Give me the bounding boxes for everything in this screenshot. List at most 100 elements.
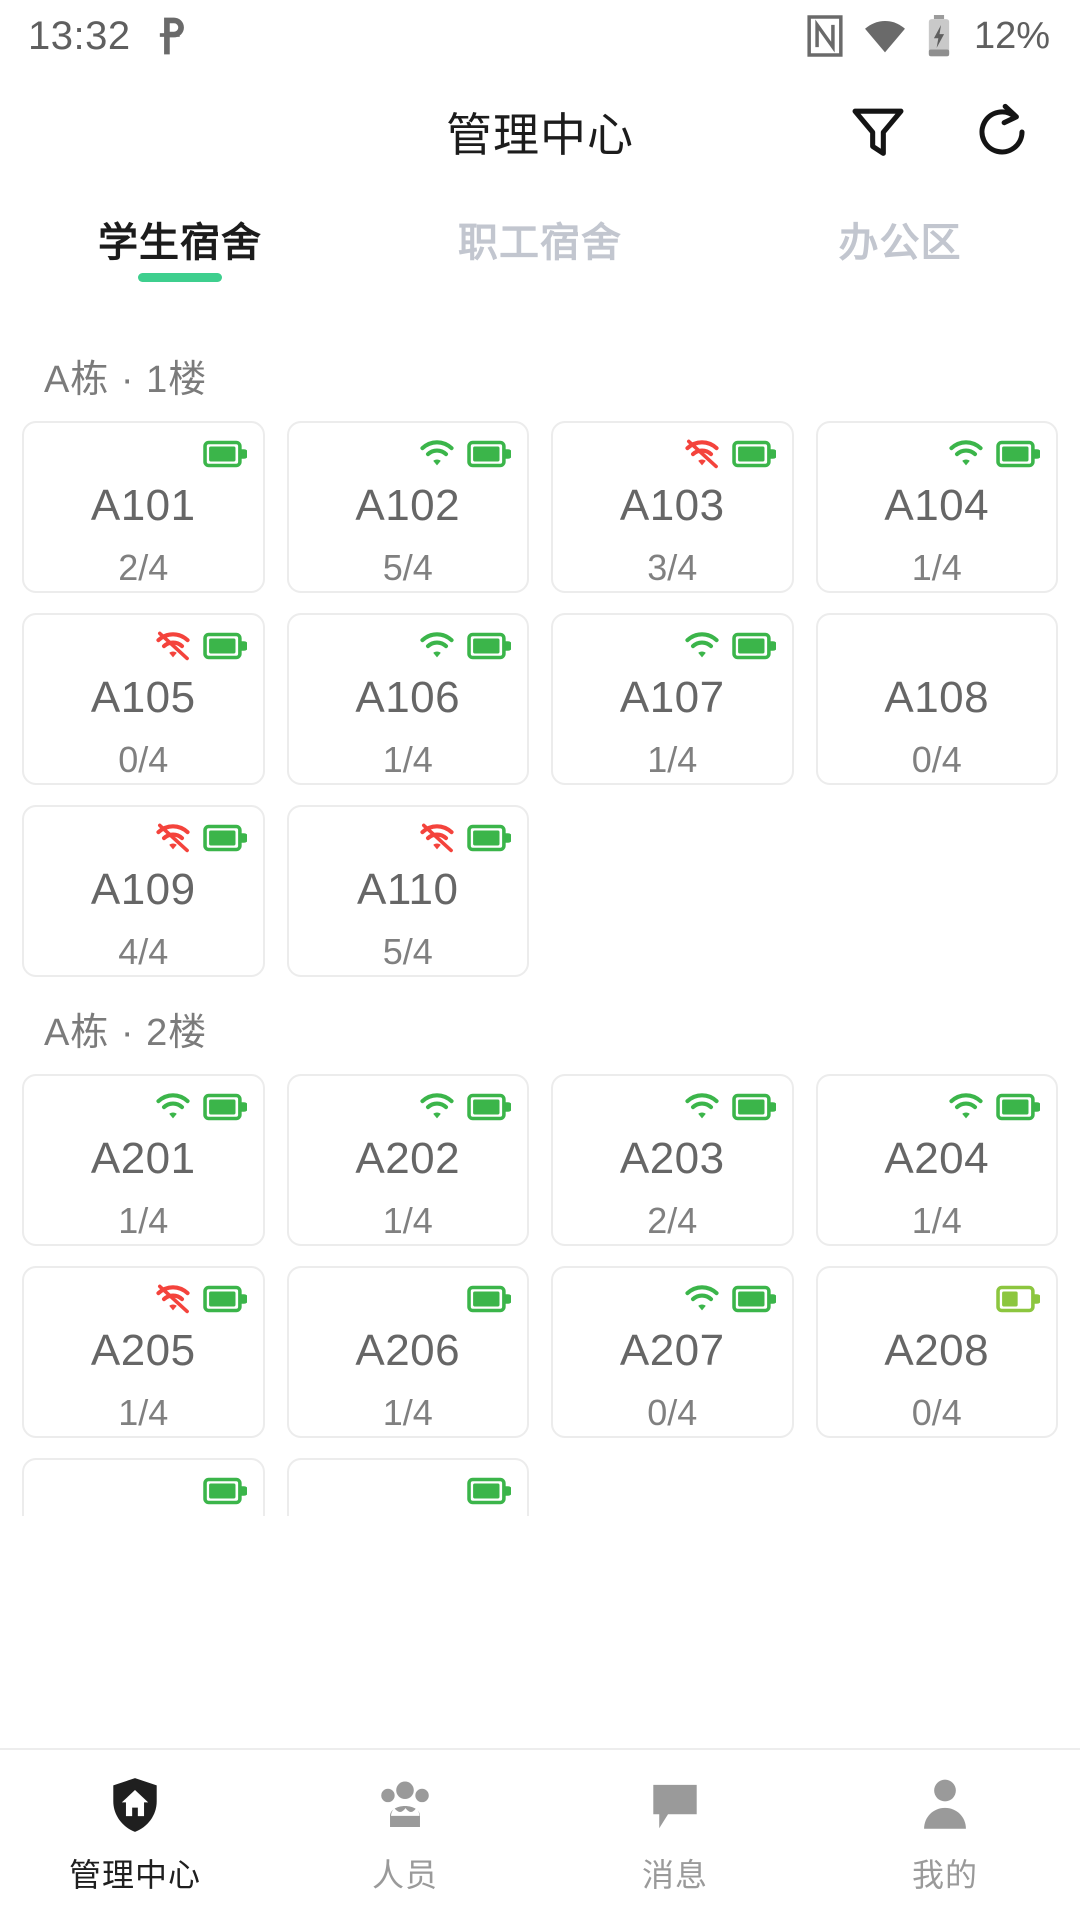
room-card[interactable]: A110 5/4 bbox=[286, 805, 529, 977]
tab-office-area[interactable]: 办公区 bbox=[720, 210, 1080, 268]
room-card[interactable]: A201 1/4 bbox=[22, 1074, 265, 1246]
battery-icon bbox=[731, 632, 776, 660]
room-occupancy-label: 0/4 bbox=[118, 739, 169, 780]
refresh-icon[interactable] bbox=[970, 100, 1034, 164]
room-card[interactable]: A203 2/4 bbox=[551, 1074, 794, 1246]
room-status-icons bbox=[996, 1282, 1040, 1316]
room-occupancy-label: 2/4 bbox=[647, 1200, 698, 1241]
room-name-label: A108 bbox=[884, 673, 990, 722]
room-card[interactable]: A106 1/4 bbox=[286, 613, 529, 785]
room-card[interactable]: A202 1/4 bbox=[286, 1074, 529, 1246]
battery-icon bbox=[467, 1285, 511, 1313]
room-card[interactable]: A107 1/4 bbox=[551, 613, 794, 785]
room-status-icons bbox=[684, 1090, 776, 1124]
room-card[interactable]: A206 1/4 bbox=[286, 1266, 529, 1438]
room-status-icons bbox=[155, 629, 247, 663]
room-card[interactable]: A205 1/4 bbox=[22, 1266, 265, 1438]
room-card[interactable]: A101 2/4 bbox=[22, 421, 265, 593]
battery-icon bbox=[996, 1285, 1040, 1313]
wifi-on-icon bbox=[948, 1092, 984, 1122]
p-icon bbox=[157, 14, 191, 58]
battery-icon bbox=[996, 1093, 1040, 1121]
room-status-icons bbox=[419, 437, 511, 471]
room-status-icons bbox=[948, 1090, 1040, 1124]
room-card[interactable]: A207 0/4 bbox=[551, 1266, 794, 1438]
room-card[interactable]: A103 3/4 bbox=[551, 421, 794, 593]
room-card[interactable]: A105 0/4 bbox=[22, 613, 265, 785]
battery-icon bbox=[467, 632, 511, 660]
nav-item-profile[interactable]: 我的 bbox=[810, 1774, 1080, 1896]
nav-item-people[interactable]: 人员 bbox=[270, 1774, 540, 1896]
section-header-floor-1: A栋 · 1楼 bbox=[44, 359, 208, 401]
status-bar-clock: 13:32 bbox=[28, 13, 131, 58]
room-status-icons bbox=[467, 1282, 511, 1316]
room-occupancy-label: 0/4 bbox=[647, 1392, 698, 1433]
room-name-label: A204 bbox=[884, 1134, 990, 1183]
room-list[interactable]: A栋 · 1楼 A101 2/4 A102 5/4 A103 3/4 A104 1/4 A105… bbox=[0, 324, 1080, 1516]
battery-icon bbox=[467, 440, 511, 468]
room-name-label: A109 bbox=[90, 865, 196, 914]
room-status-icons bbox=[684, 437, 776, 471]
wifi-off-icon bbox=[155, 823, 191, 853]
room-name-label: A201 bbox=[90, 1134, 196, 1183]
room-status-icons bbox=[155, 1282, 247, 1316]
room-card[interactable]: A102 5/4 bbox=[286, 421, 529, 593]
room-occupancy-label: 0/4 bbox=[911, 1392, 962, 1433]
tab-student-dorm[interactable]: 学生宿舍 bbox=[0, 210, 360, 282]
room-status-icons bbox=[684, 629, 776, 663]
room-status-icons bbox=[467, 1474, 511, 1508]
battery-percent-label: 12% bbox=[973, 14, 1050, 57]
room-name-label: A102 bbox=[355, 481, 461, 530]
wifi-icon bbox=[862, 17, 908, 55]
tab-label: 职工宿舍 bbox=[458, 221, 622, 265]
room-occupancy-label: 2/4 bbox=[118, 547, 169, 588]
bottom-navigation: 管理中心 人员 消息 我的 bbox=[0, 1748, 1080, 1920]
nav-label: 我的 bbox=[911, 1857, 978, 1893]
room-name-label: A202 bbox=[355, 1134, 461, 1183]
tab-staff-dorm[interactable]: 职工宿舍 bbox=[360, 210, 720, 268]
room-occupancy-label: 1/4 bbox=[911, 547, 962, 588]
room-card[interactable]: A108 0/4 bbox=[815, 613, 1058, 785]
room-card[interactable]: A208 0/4 bbox=[815, 1266, 1058, 1438]
nav-item-messages[interactable]: 消息 bbox=[540, 1774, 810, 1896]
wifi-off-icon bbox=[684, 439, 720, 469]
room-status-icons bbox=[419, 821, 511, 855]
wifi-on-icon bbox=[419, 439, 455, 469]
room-status-icons bbox=[419, 629, 511, 663]
battery-icon bbox=[202, 824, 247, 852]
nav-label: 消息 bbox=[641, 1857, 708, 1893]
room-status-icons bbox=[202, 437, 247, 471]
room-card[interactable]: A109 4/4 bbox=[22, 805, 265, 977]
room-name-label: A106 bbox=[355, 673, 461, 722]
category-tabs: 学生宿舍 职工宿舍 办公区 bbox=[0, 192, 1080, 302]
wifi-off-icon bbox=[155, 1284, 191, 1314]
nav-item-management[interactable]: 管理中心 bbox=[0, 1774, 270, 1896]
room-occupancy-label: 0/4 bbox=[911, 739, 962, 780]
room-name-label: A107 bbox=[619, 673, 725, 722]
room-occupancy-label: 1/4 bbox=[382, 1200, 433, 1241]
room-occupancy-label: 1/4 bbox=[382, 739, 433, 780]
room-card[interactable]: A204 1/4 bbox=[815, 1074, 1058, 1246]
room-status-icons bbox=[155, 821, 247, 855]
room-name-label: A203 bbox=[619, 1134, 725, 1183]
room-status-icons bbox=[202, 1474, 247, 1508]
wifi-on-icon bbox=[419, 1092, 455, 1122]
room-card[interactable]: A104 1/4 bbox=[815, 421, 1058, 593]
battery-icon bbox=[996, 440, 1040, 468]
battery-icon bbox=[202, 1477, 247, 1505]
wifi-on-icon bbox=[684, 631, 720, 661]
room-card[interactable] bbox=[286, 1458, 529, 1516]
room-grid-floor-2: A201 1/4 A202 1/4 A203 2/4 A204 1/4 A205 1/4 A206 1… bbox=[22, 1074, 1058, 1438]
room-status-icons bbox=[684, 1282, 776, 1316]
battery-charging-icon bbox=[926, 14, 952, 58]
room-occupancy-label: 1/4 bbox=[118, 1200, 169, 1241]
filter-icon[interactable] bbox=[846, 100, 910, 164]
battery-icon bbox=[202, 440, 247, 468]
room-card[interactable] bbox=[22, 1458, 265, 1516]
room-name-label: A103 bbox=[619, 481, 725, 530]
room-name-label: A105 bbox=[90, 673, 196, 722]
wifi-on-icon bbox=[155, 1092, 191, 1122]
tab-active-indicator bbox=[138, 273, 222, 282]
battery-icon bbox=[202, 1093, 247, 1121]
tab-label: 学生宿舍 bbox=[98, 221, 262, 265]
